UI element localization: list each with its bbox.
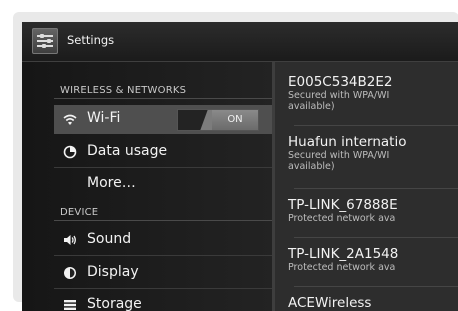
item-divider <box>54 288 272 289</box>
network-status: Protected network ava <box>288 213 396 224</box>
network-status: Secured with WPA/WI <box>288 150 390 161</box>
network-status: available) <box>288 101 335 112</box>
network-ssid: E005C534B2E2 <box>288 74 393 90</box>
sidebar-item-wifi[interactable]: Wi-Fi ON <box>54 105 272 134</box>
storage-icon <box>63 298 77 311</box>
network-item[interactable]: TP-LINK_67888E Protected network ava <box>288 197 458 224</box>
sidebar-item-label: Display <box>87 264 139 280</box>
section-divider <box>54 98 272 99</box>
sidebar-item-label: More… <box>87 175 136 191</box>
network-item[interactable]: Huafun internatio Secured with WPA/WI av… <box>288 134 458 172</box>
sidebar-item-data-usage[interactable]: Data usage <box>54 137 272 166</box>
sidebar-item-label: Wi-Fi <box>87 110 121 126</box>
sidebar-item-label: Data usage <box>87 143 168 159</box>
network-item[interactable]: E005C534B2E2 Secured with WPA/WI availab… <box>288 74 458 112</box>
network-ssid: TP-LINK_67888E <box>288 197 398 213</box>
network-item[interactable]: TP-LINK_2A1548 Protected network ava <box>288 246 458 273</box>
network-divider <box>294 188 458 189</box>
sidebar-item-storage[interactable]: Storage <box>54 290 272 311</box>
sidebar-item-more[interactable]: More… <box>54 169 272 198</box>
action-bar: Settings <box>22 22 458 61</box>
network-ssid: TP-LINK_2A1548 <box>288 246 399 262</box>
wifi-icon <box>63 113 77 127</box>
network-divider <box>294 125 458 126</box>
network-status: Secured with WPA/WI <box>288 90 390 101</box>
data-usage-icon <box>63 145 77 159</box>
section-header-wireless: WIRELESS & NETWORKS <box>60 85 187 96</box>
network-divider <box>294 237 458 238</box>
settings-sliders-icon[interactable] <box>32 28 58 54</box>
app-title: Settings <box>67 33 115 47</box>
sidebar-item-display[interactable]: Display <box>54 258 272 287</box>
network-status: available) <box>288 161 335 172</box>
toggle-on-label: ON <box>212 110 258 130</box>
network-ssid: Huafun internatio <box>288 134 407 150</box>
network-divider <box>294 286 458 287</box>
section-header-device: DEVICE <box>60 207 99 218</box>
pane-divider <box>272 62 275 311</box>
speaker-icon <box>63 233 77 247</box>
item-divider <box>54 255 272 256</box>
section-divider <box>54 220 272 221</box>
settings-screen: Settings WIRELESS & NETWORKS Wi-Fi ON Da… <box>22 22 458 311</box>
network-item[interactable]: ACEWireless <box>288 295 458 311</box>
display-icon <box>63 266 77 280</box>
wifi-toggle[interactable]: ON <box>177 109 259 131</box>
sidebar-item-sound[interactable]: Sound <box>54 225 272 254</box>
network-status: Protected network ava <box>288 262 396 273</box>
network-ssid: ACEWireless <box>288 295 372 311</box>
item-divider <box>54 167 272 168</box>
sidebar-item-label: Storage <box>87 296 142 311</box>
sidebar-item-label: Sound <box>87 231 132 247</box>
